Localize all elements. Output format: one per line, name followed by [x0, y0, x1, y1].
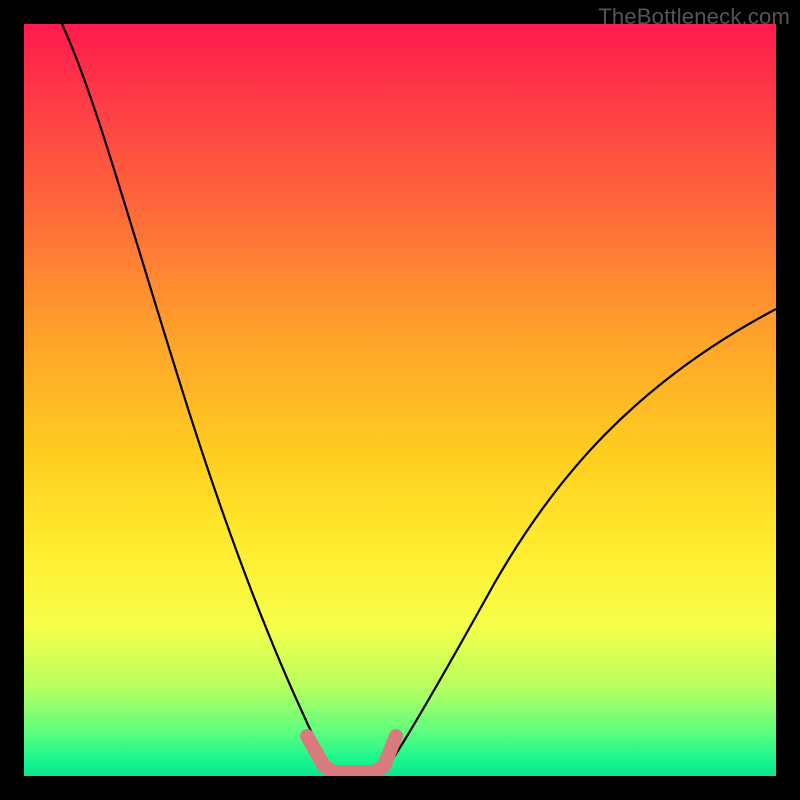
- watermark-text: TheBottleneck.com: [598, 4, 790, 30]
- plot-area: [24, 24, 776, 776]
- highlight-segment: [307, 736, 396, 772]
- right-curve: [384, 309, 776, 772]
- curve-layer: [24, 24, 776, 776]
- chart-frame: TheBottleneck.com: [0, 0, 800, 800]
- left-curve: [62, 24, 330, 772]
